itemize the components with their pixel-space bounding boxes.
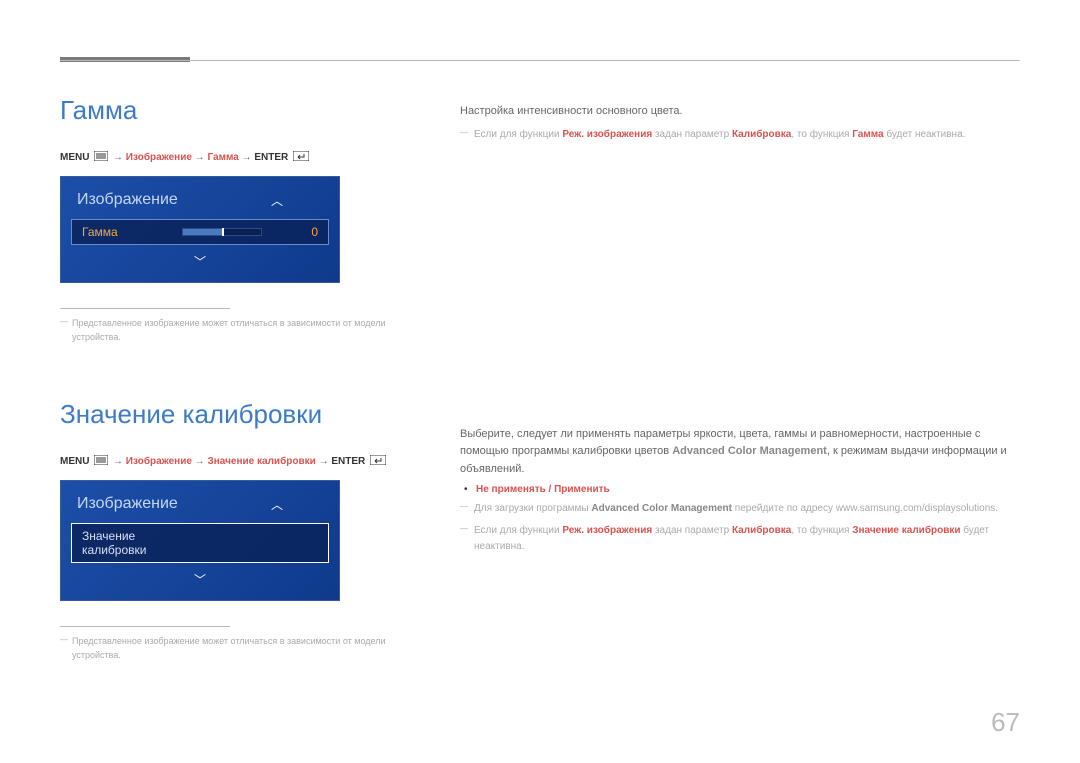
slider-mark	[222, 228, 224, 236]
breadcrumb-step: Изображение	[126, 152, 192, 163]
section-title-calibration: Значение калибровки	[60, 399, 400, 430]
download-note: Для загрузки программы Advanced Color Ma…	[460, 501, 1020, 517]
gamma-desc-text: Настройка интенсивности основного цвета.	[460, 103, 1020, 121]
osd-value: 0	[291, 225, 318, 239]
arrow-icon: →	[113, 456, 123, 467]
menu-label: MENU	[60, 456, 89, 467]
device-note: Представленное изображение может отличат…	[60, 317, 400, 344]
osd-panel-gamma: Изображение ︿ Гамма 0 ﹀	[60, 176, 340, 283]
section-title-gamma: Гамма	[60, 95, 400, 126]
osd-slider[interactable]	[182, 228, 291, 236]
osd-title: Изображение	[77, 191, 178, 209]
breadcrumb-step: Гамма	[208, 152, 239, 163]
breadcrumb-gamma: MENU → Изображение → Гамма → ENTER	[60, 151, 400, 164]
osd-row-label: Значение калибровки	[82, 529, 182, 557]
enter-icon	[293, 151, 309, 164]
header-divider	[60, 60, 1020, 61]
page-content: Гамма MENU → Изображение → Гамма → ENTER	[0, 0, 1080, 692]
breadcrumb-step: Изображение	[126, 456, 192, 467]
osd-row-calibration[interactable]: Значение калибровки	[71, 523, 329, 563]
calibration-inactive-note: Если для функции Реж. изображения задан …	[460, 523, 1020, 555]
device-note: Представленное изображение может отличат…	[60, 635, 400, 662]
menu-icon	[94, 455, 108, 468]
arrow-icon: →	[242, 152, 252, 163]
note-divider	[60, 308, 230, 309]
osd-row-gamma[interactable]: Гамма 0	[71, 219, 329, 245]
slider-fill	[183, 229, 222, 235]
osd-row-label: Гамма	[82, 225, 182, 239]
menu-label: MENU	[60, 152, 89, 163]
breadcrumb-calibration: MENU → Изображение → Значение калибровки…	[60, 455, 400, 468]
arrow-icon: →	[195, 152, 205, 163]
options-bullet: Не применять / Применить	[460, 484, 1020, 495]
gamma-inactive-note: Если для функции Реж. изображения задан …	[460, 127, 1020, 143]
chevron-down-icon[interactable]: ﹀	[61, 565, 339, 600]
arrow-icon: →	[113, 152, 123, 163]
section-gamma: Гамма MENU → Изображение → Гамма → ENTER	[60, 95, 400, 344]
enter-label: ENTER	[254, 152, 288, 163]
section-calibration: Значение калибровки MENU → Изображение →…	[60, 399, 400, 662]
enter-icon	[370, 455, 386, 468]
osd-title: Изображение	[77, 495, 178, 513]
arrow-icon: →	[319, 456, 329, 467]
chevron-up-icon[interactable]: ︿	[271, 192, 323, 209]
note-divider	[60, 626, 230, 627]
chevron-down-icon[interactable]: ﹀	[61, 247, 339, 282]
gamma-description: Настройка интенсивности основного цвета.…	[460, 103, 1020, 143]
osd-header: Изображение ︿	[61, 177, 339, 217]
osd-header: Изображение ︿	[61, 481, 339, 521]
left-column: Гамма MENU → Изображение → Гамма → ENTER	[60, 95, 400, 662]
chevron-up-icon[interactable]: ︿	[271, 496, 323, 513]
breadcrumb-step: Значение калибровки	[208, 456, 316, 467]
arrow-icon: →	[195, 456, 205, 467]
enter-label: ENTER	[331, 456, 365, 467]
page-number: 67	[991, 707, 1020, 738]
calibration-description: Выберите, следует ли применять параметры…	[460, 426, 1020, 556]
menu-icon	[94, 151, 108, 164]
osd-panel-calibration: Изображение ︿ Значение калибровки ﹀	[60, 480, 340, 601]
right-column: Настройка интенсивности основного цвета.…	[460, 95, 1020, 662]
calibration-desc-text: Выберите, следует ли применять параметры…	[460, 426, 1020, 479]
slider-track	[182, 228, 262, 236]
